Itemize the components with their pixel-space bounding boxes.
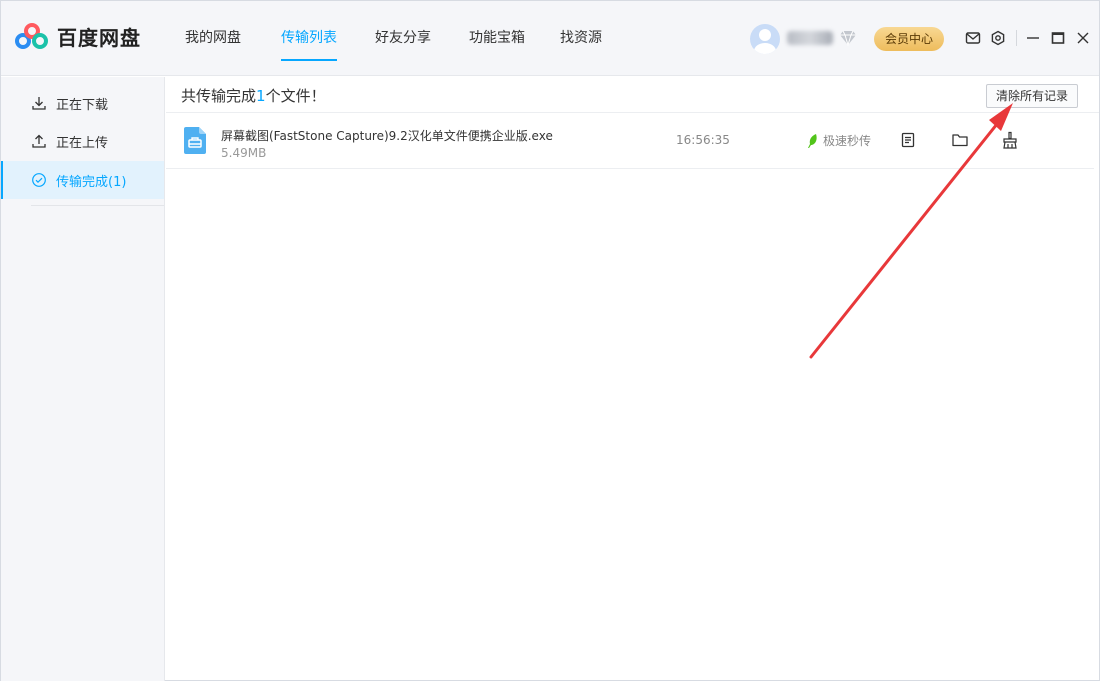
- transfer-status: 极速秒传: [823, 134, 872, 148]
- sidebar-item-label: 正在下载: [56, 97, 109, 113]
- sidebar-item-completed[interactable]: 传输完成(1): [1, 161, 164, 199]
- file-name: 屏幕截图(FastStone Capture)9.2汉化单文件便携企业版.exe: [221, 129, 553, 143]
- sidebar-item-uploading[interactable]: 正在上传: [1, 122, 164, 160]
- nav-friend-share[interactable]: 好友分享: [375, 1, 431, 76]
- vip-center-button[interactable]: 会员中心: [874, 27, 944, 51]
- instant-transfer-badge: 极速秒传: [808, 132, 871, 149]
- close-icon[interactable]: [1074, 29, 1092, 47]
- sidebar-item-downloading[interactable]: 正在下载: [1, 84, 164, 122]
- download-icon: [31, 95, 47, 111]
- top-nav: 我的网盘 传输列表 好友分享 功能宝箱 找资源: [175, 1, 602, 76]
- sidebar-item-label: 传输完成(1): [56, 174, 127, 190]
- leaf-icon: [808, 133, 817, 148]
- view-file-icon[interactable]: [899, 131, 917, 149]
- sidebar-item-label: 正在上传: [56, 135, 109, 151]
- clear-all-records-button[interactable]: 清除所有记录: [986, 84, 1078, 108]
- summary-count: 1: [256, 87, 266, 105]
- app-logo: 百度网盘: [15, 22, 141, 51]
- mail-icon[interactable]: [964, 29, 982, 47]
- transfer-completed-panel: 共传输完成1个文件！ 清除所有记录 屏幕截图(FastStone Capture…: [166, 77, 1099, 680]
- clear-record-broom-icon[interactable]: [1001, 131, 1019, 149]
- vip-diamond-icon[interactable]: [839, 30, 857, 47]
- upload-icon: [31, 133, 47, 149]
- nav-my-netdisk[interactable]: 我的网盘: [185, 1, 241, 76]
- nav-toolbox[interactable]: 功能宝箱: [469, 1, 525, 76]
- maximize-icon[interactable]: [1049, 29, 1067, 47]
- sidebar-divider: [31, 205, 164, 206]
- titlebar-divider: [1016, 30, 1017, 46]
- check-circle-icon: [31, 172, 47, 188]
- summary-prefix: 共传输完成: [181, 87, 257, 105]
- minimize-icon[interactable]: [1024, 29, 1042, 47]
- list-item[interactable]: 屏幕截图(FastStone Capture)9.2汉化单文件便携企业版.exe…: [166, 113, 1094, 169]
- avatar[interactable]: [750, 24, 780, 54]
- transfer-summary: 共传输完成1个文件！: [181, 85, 326, 106]
- nav-transfer-list[interactable]: 传输列表: [281, 1, 337, 76]
- open-folder-icon[interactable]: [951, 131, 969, 149]
- app-name: 百度网盘: [57, 26, 141, 50]
- file-time: 16:56:35: [676, 133, 730, 147]
- title-bar: 百度网盘 我的网盘 传输列表 好友分享 功能宝箱 找资源 会员中心: [1, 1, 1099, 76]
- summary-suffix: 个文件！: [265, 87, 326, 105]
- settings-gear-icon[interactable]: [989, 29, 1007, 47]
- baidu-netdisk-logo-icon: [15, 22, 49, 51]
- file-size: 5.49MB: [221, 146, 267, 160]
- sidebar: 正在下载 正在上传 传输完成(1): [1, 77, 165, 681]
- nav-find-resources[interactable]: 找资源: [560, 1, 602, 76]
- app-window: 百度网盘 我的网盘 传输列表 好友分享 功能宝箱 找资源 会员中心 正在下载 正…: [0, 0, 1100, 681]
- exe-file-icon: [184, 127, 206, 154]
- username-blurred[interactable]: [787, 31, 833, 45]
